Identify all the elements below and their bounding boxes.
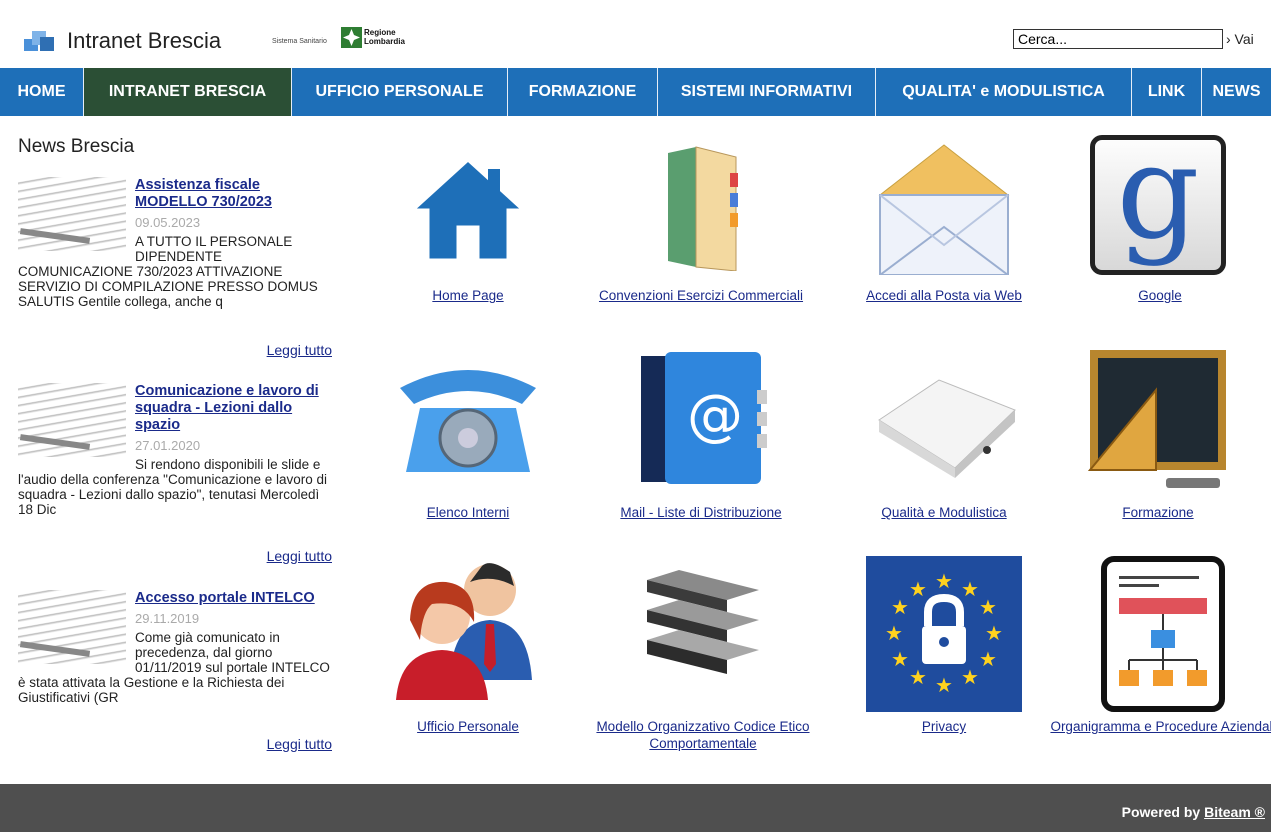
news-thumbnail[interactable]: [18, 590, 126, 664]
nav-item-sistemi-informativi[interactable]: SISTEMI INFORMATIVI: [658, 68, 876, 116]
svg-text:★: ★: [961, 665, 979, 689]
site-title[interactable]: Intranet Brescia: [67, 28, 221, 54]
read-more-link[interactable]: Leggi tutto: [267, 737, 332, 752]
read-more-link[interactable]: Leggi tutto: [267, 343, 332, 358]
sistema-sanitario-text: Sistema Sanitario: [272, 38, 327, 45]
nav-item-qualita-modulistica[interactable]: QUALITA' e MODULISTICA: [876, 68, 1132, 116]
regione-line1: Regione: [364, 28, 396, 37]
page-header: Intranet Brescia Sistema Sanitario Regio…: [0, 0, 1271, 68]
svg-text:@: @: [687, 383, 743, 448]
svg-text:★: ★: [909, 577, 927, 601]
house-icon: [409, 157, 527, 262]
news-excerpt: Si rendono disponibili le slide e l'audi…: [18, 457, 328, 517]
folder-icon: [668, 146, 738, 271]
footer-credit: Powered by Biteam ®: [1122, 804, 1265, 820]
org-chart-icon: [1101, 556, 1225, 712]
tile-label[interactable]: Organigramma e Procedure Aziendali: [1033, 718, 1271, 735]
blackboard-icon: [1087, 350, 1226, 488]
svg-text:★: ★: [891, 595, 909, 619]
news-item: Comunicazione e lavoro di squadra - Lezi…: [18, 383, 336, 569]
google-icon: g: [1090, 127, 1226, 275]
people-icon: [396, 563, 532, 700]
news-item: Accesso portale INTELCO 29.11.2019 Come …: [18, 590, 336, 760]
regione-lombardia-text: Regione Lombardia: [364, 28, 405, 46]
telephone-icon: [400, 370, 536, 472]
svg-text:★: ★: [885, 621, 903, 645]
intranet-logo-icon: [24, 31, 54, 51]
powered-by-text: Powered by: [1121, 804, 1201, 820]
main-nav: HOME INTRANET BRESCIA UFFICIO PERSONALE …: [0, 68, 1271, 116]
binder-icon: [878, 379, 1016, 478]
svg-text:★: ★: [909, 665, 927, 689]
svg-text:★: ★: [935, 569, 953, 593]
svg-text:★: ★: [935, 673, 953, 697]
tile-label[interactable]: Formazione: [1028, 504, 1271, 521]
google-letter: g: [1116, 116, 1200, 268]
svg-text:★: ★: [891, 647, 909, 671]
tile-label[interactable]: Google: [1030, 287, 1271, 304]
tile-label[interactable]: Elenco Interni: [338, 504, 598, 521]
read-more-link[interactable]: Leggi tutto: [267, 549, 332, 564]
regione-line2: Lombardia: [364, 37, 405, 46]
news-item: Assistenza fiscale MODELLO 730/2023 09.0…: [18, 177, 336, 363]
tile-label[interactable]: Mail - Liste di Distribuzione: [571, 504, 831, 521]
page-footer: Powered by Biteam ®: [0, 784, 1271, 832]
nav-item-formazione[interactable]: FORMAZIONE: [508, 68, 658, 116]
svg-text:★: ★: [961, 577, 979, 601]
news-thumbnail[interactable]: [18, 383, 126, 457]
nav-item-news[interactable]: NEWS: [1202, 68, 1271, 116]
tile-label[interactable]: Home Page: [338, 287, 598, 304]
svg-text:★: ★: [979, 647, 997, 671]
tile-label[interactable]: Ufficio Personale: [338, 718, 598, 735]
address-book-icon: @: [641, 352, 767, 484]
tile-label[interactable]: Convenzioni Esercizi Commerciali: [571, 287, 831, 304]
biteam-link[interactable]: Biteam ®: [1204, 804, 1265, 820]
search-input[interactable]: [1013, 29, 1223, 49]
nav-item-home[interactable]: HOME: [0, 68, 84, 116]
search-go-button[interactable]: › Vai: [1226, 31, 1254, 47]
nav-item-ufficio-personale[interactable]: UFFICIO PERSONALE: [292, 68, 508, 116]
envelope-icon: [878, 144, 1010, 275]
news-section-title: News Brescia: [18, 136, 135, 157]
nav-item-intranet-brescia[interactable]: INTRANET BRESCIA: [84, 68, 292, 116]
news-thumbnail[interactable]: [18, 177, 126, 251]
tile-label[interactable]: Modello Organizzativo Codice Etico Compo…: [573, 718, 833, 752]
svg-text:★: ★: [985, 621, 1003, 645]
eu-lock-icon: ★ ★★ ★★★ ★★★ ★★★: [866, 556, 1022, 712]
books-icon: [647, 570, 759, 674]
regione-lombardia-logo-icon: [341, 27, 362, 48]
nav-item-link[interactable]: LINK: [1132, 68, 1202, 116]
svg-text:★: ★: [979, 595, 997, 619]
